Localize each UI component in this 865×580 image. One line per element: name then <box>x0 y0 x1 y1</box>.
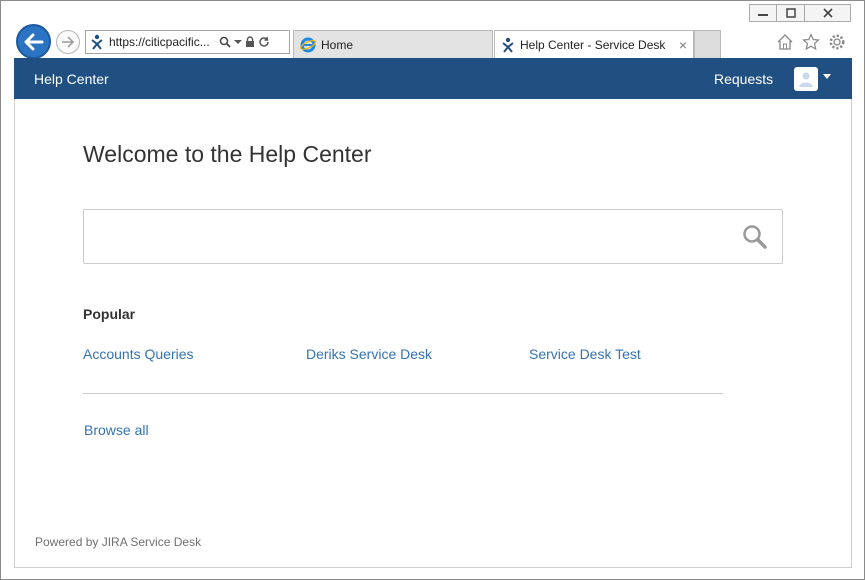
tab-label: Home <box>321 37 354 52</box>
search-icon[interactable] <box>219 36 231 48</box>
address-bar[interactable]: https://citicpacific... <box>85 30 290 54</box>
lock-icon[interactable] <box>245 36 255 48</box>
browser-toolbar-icons <box>776 33 846 51</box>
browser-window: https://citicpacific... Home Help Center… <box>0 0 865 580</box>
settings-gear-icon[interactable] <box>828 33 846 51</box>
popular-heading: Popular <box>83 306 136 322</box>
browse-all-link[interactable]: Browse all <box>84 422 149 438</box>
new-tab-button[interactable] <box>694 30 721 58</box>
home-icon[interactable] <box>776 33 794 51</box>
restore-button[interactable] <box>777 4 805 22</box>
minimize-button[interactable] <box>749 4 777 22</box>
user-avatar-icon <box>799 72 813 87</box>
popular-link-deriks-service-desk[interactable]: Deriks Service Desk <box>306 346 432 362</box>
favorites-star-icon[interactable] <box>802 33 820 51</box>
app-header: Help Center Requests <box>14 58 852 99</box>
tab-home[interactable]: Home <box>293 30 493 58</box>
dropdown-caret-icon[interactable] <box>234 39 242 45</box>
close-tab-icon[interactable]: × <box>679 37 687 53</box>
requests-link[interactable]: Requests <box>714 71 773 87</box>
close-window-button[interactable] <box>805 4 851 22</box>
forward-arrow-icon <box>62 36 75 48</box>
address-url[interactable]: https://citicpacific... <box>109 35 215 49</box>
back-arrow-icon <box>24 33 43 50</box>
minimize-icon <box>758 14 768 16</box>
help-center-home-link[interactable]: Help Center <box>34 71 109 87</box>
address-bar-icons <box>219 36 270 48</box>
page-title: Welcome to the Help Center <box>83 141 372 167</box>
tab-help-center[interactable]: Help Center - Service Desk × <box>494 30 694 58</box>
window-controls <box>749 4 851 22</box>
popular-link-service-desk-test[interactable]: Service Desk Test <box>529 346 641 362</box>
jira-favicon-icon <box>91 34 103 50</box>
search-icon[interactable] <box>742 224 768 250</box>
jira-favicon-icon <box>502 37 514 53</box>
refresh-icon[interactable] <box>258 36 270 48</box>
ie-logo-icon <box>300 37 316 52</box>
search-input[interactable] <box>83 209 783 264</box>
close-icon <box>822 8 833 18</box>
footer-powered-by: Powered by JIRA Service Desk <box>35 535 202 549</box>
popular-link-accounts-queries[interactable]: Accounts Queries <box>83 346 194 362</box>
avatar[interactable] <box>794 67 818 91</box>
restore-icon <box>785 8 796 18</box>
main-content: Welcome to the Help Center Popular Accou… <box>14 99 852 568</box>
forward-button[interactable] <box>56 30 80 54</box>
divider <box>83 393 723 394</box>
back-button[interactable] <box>16 24 51 59</box>
tab-label: Help Center - Service Desk <box>520 37 666 52</box>
chevron-down-icon[interactable] <box>823 74 831 79</box>
